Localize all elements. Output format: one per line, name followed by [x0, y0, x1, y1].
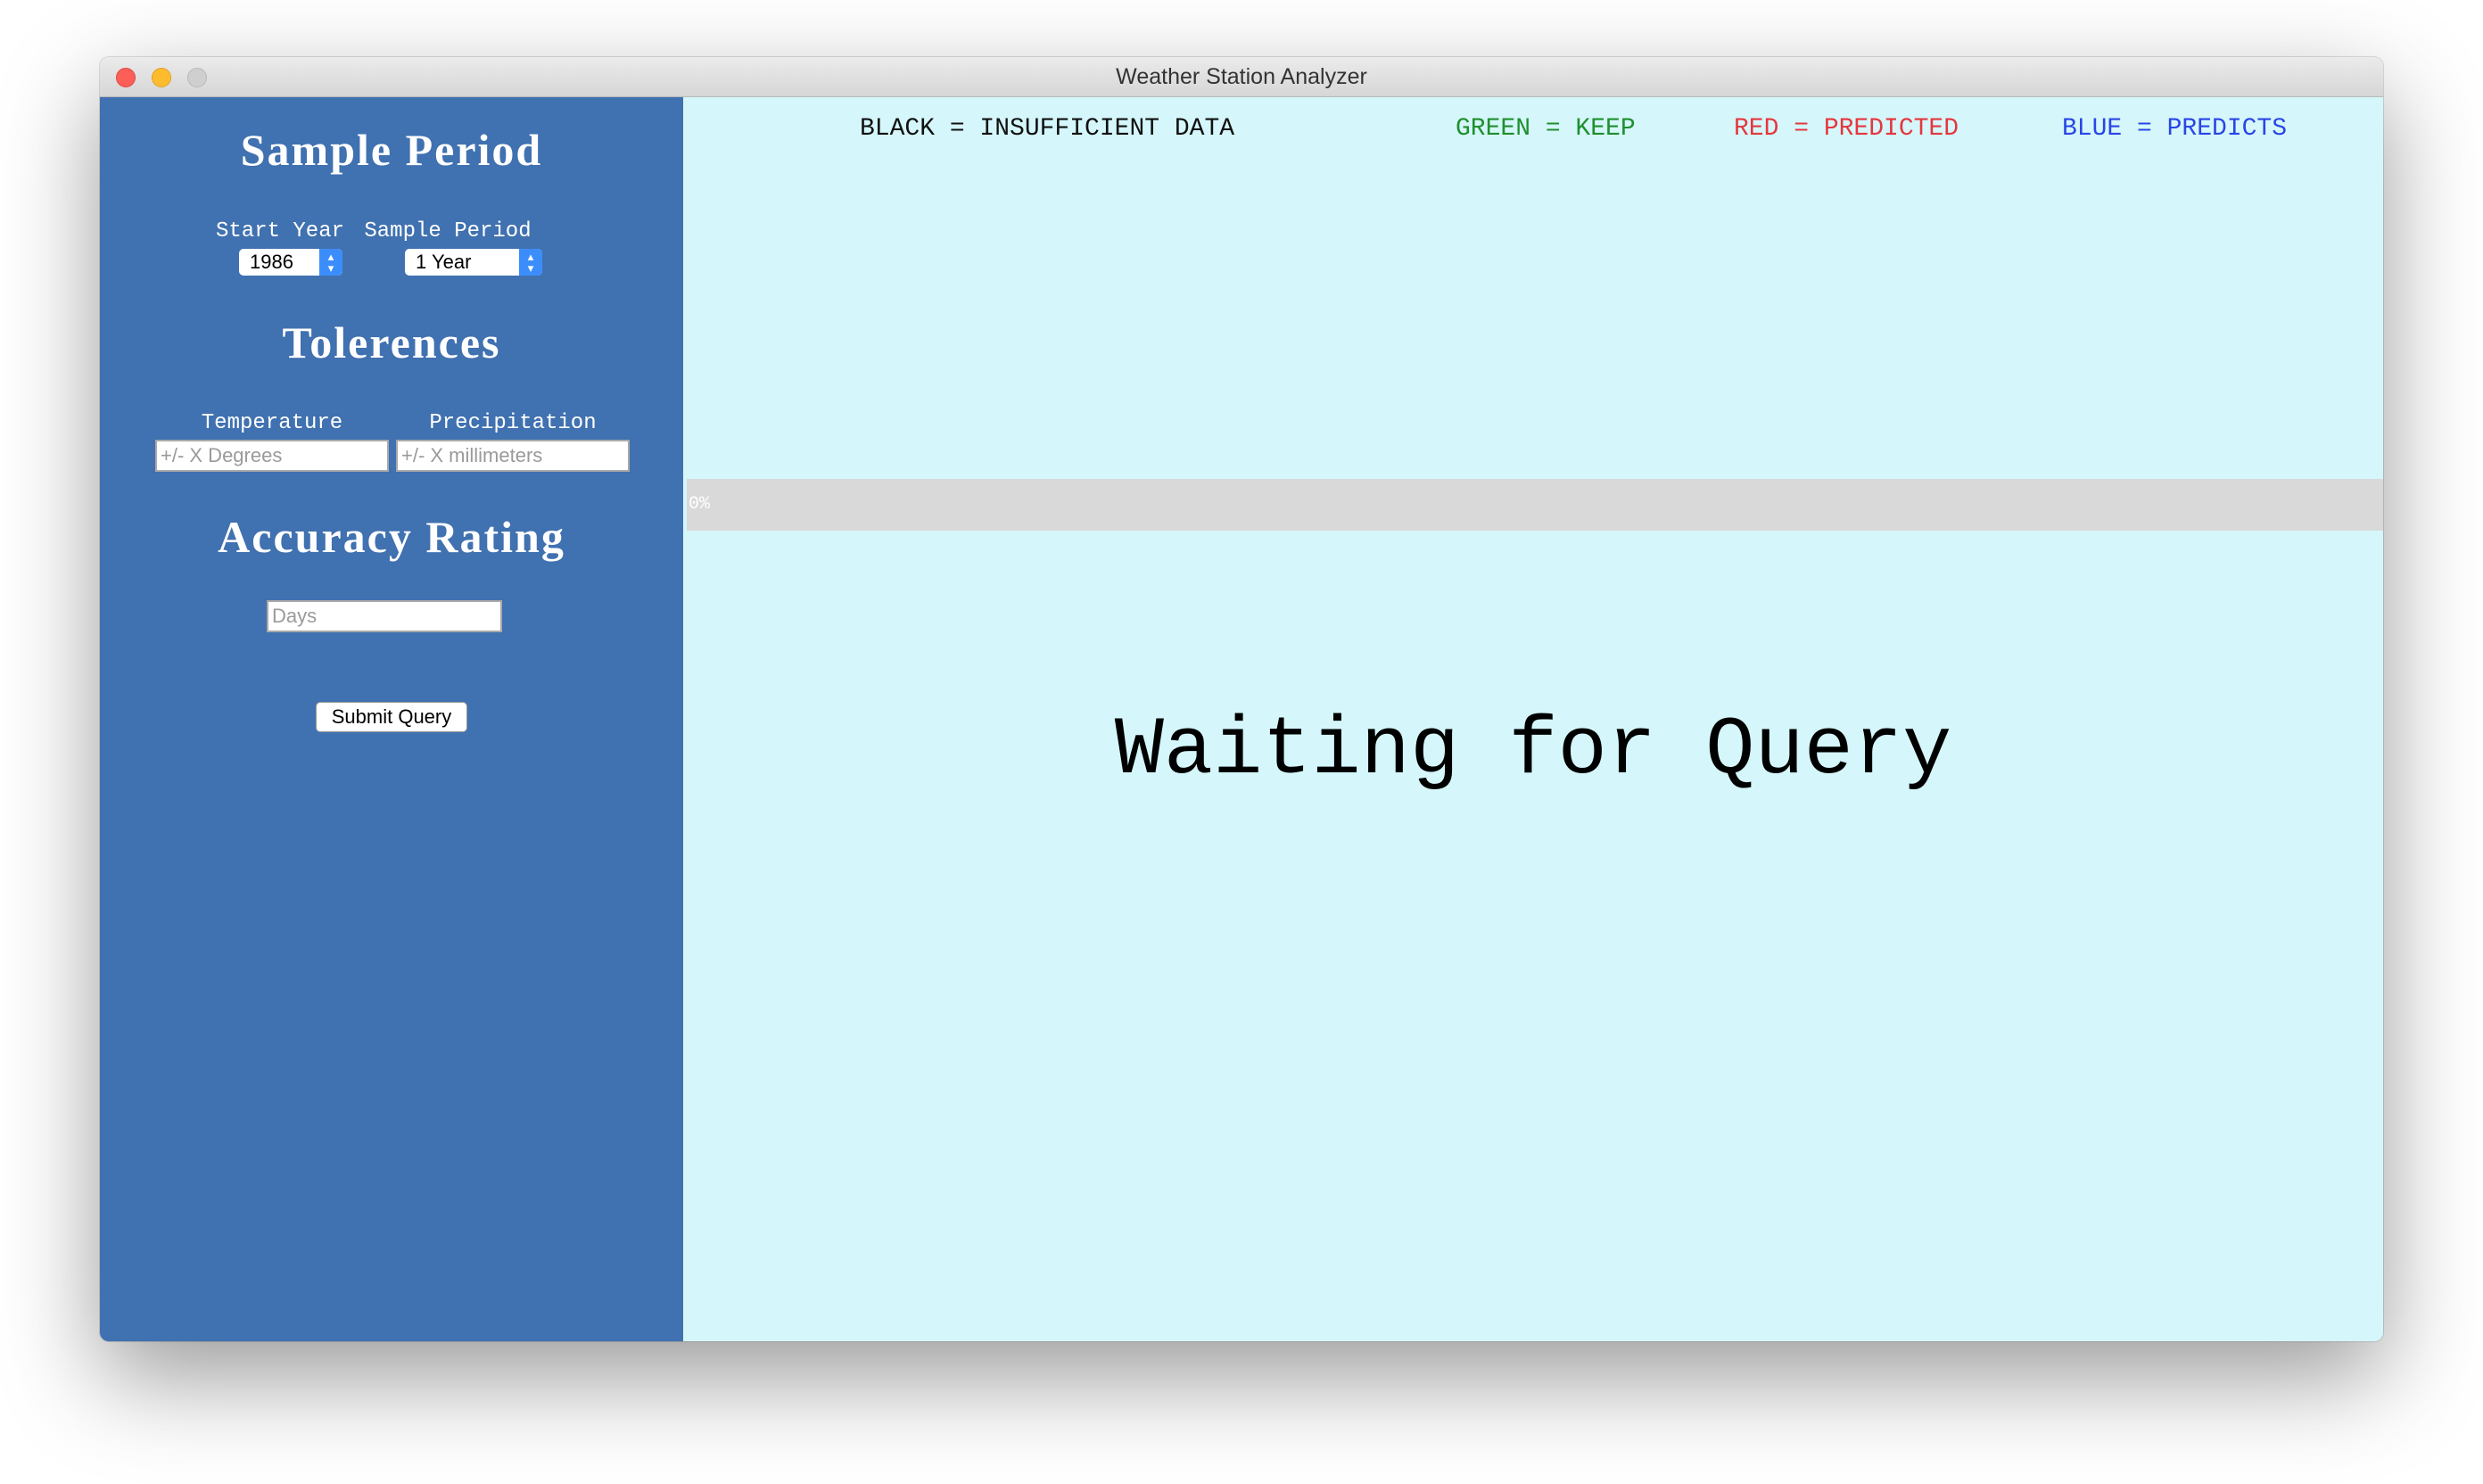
app-window: Weather Station Analyzer Sample Period S… [100, 57, 2383, 1341]
sample-period-heading: Sample Period [240, 125, 543, 175]
start-year-value: 1986 [250, 251, 293, 273]
sample-period-select[interactable]: 1 Year ▴ ▾ [405, 249, 542, 276]
window-title: Weather Station Analyzer [1116, 64, 1367, 89]
select-stepper-icon: ▴ ▾ [319, 249, 342, 276]
title-bar[interactable]: Weather Station Analyzer [100, 57, 2383, 97]
sample-period-value: 1 Year [416, 251, 472, 273]
progress-label: 0% [689, 494, 711, 515]
progress-bar: 0% [687, 479, 2383, 531]
temperature-label: Temperature [201, 411, 343, 435]
days-input[interactable] [267, 600, 502, 632]
sidebar: Sample Period Start Year Sample Period 1… [100, 97, 683, 1341]
status-message: Waiting for Query [1114, 704, 1952, 797]
accuracy-rating-heading: Accuracy Rating [218, 512, 565, 562]
select-stepper-icon: ▴ ▾ [519, 249, 542, 276]
precipitation-label: Precipitation [429, 411, 597, 435]
start-year-label: Start Year [215, 219, 345, 243]
results-panel: BLACK = INSUFFICIENT DATA GREEN = KEEP R… [683, 97, 2383, 1341]
legend-black: BLACK = INSUFFICIENT DATA [860, 115, 1235, 143]
temperature-input[interactable] [155, 440, 389, 472]
legend-blue: BLUE = PREDICTS [2062, 115, 2288, 143]
legend-green: GREEN = KEEP [1456, 115, 1636, 143]
tolerances-heading: Tolerences [282, 317, 501, 367]
start-year-select[interactable]: 1986 ▴ ▾ [239, 249, 342, 276]
precipitation-input[interactable] [396, 440, 630, 472]
legend-red: RED = PREDICTED [1734, 115, 1959, 143]
submit-query-button[interactable]: Submit Query [316, 702, 467, 732]
sample-period-label: Sample Period [364, 219, 532, 243]
